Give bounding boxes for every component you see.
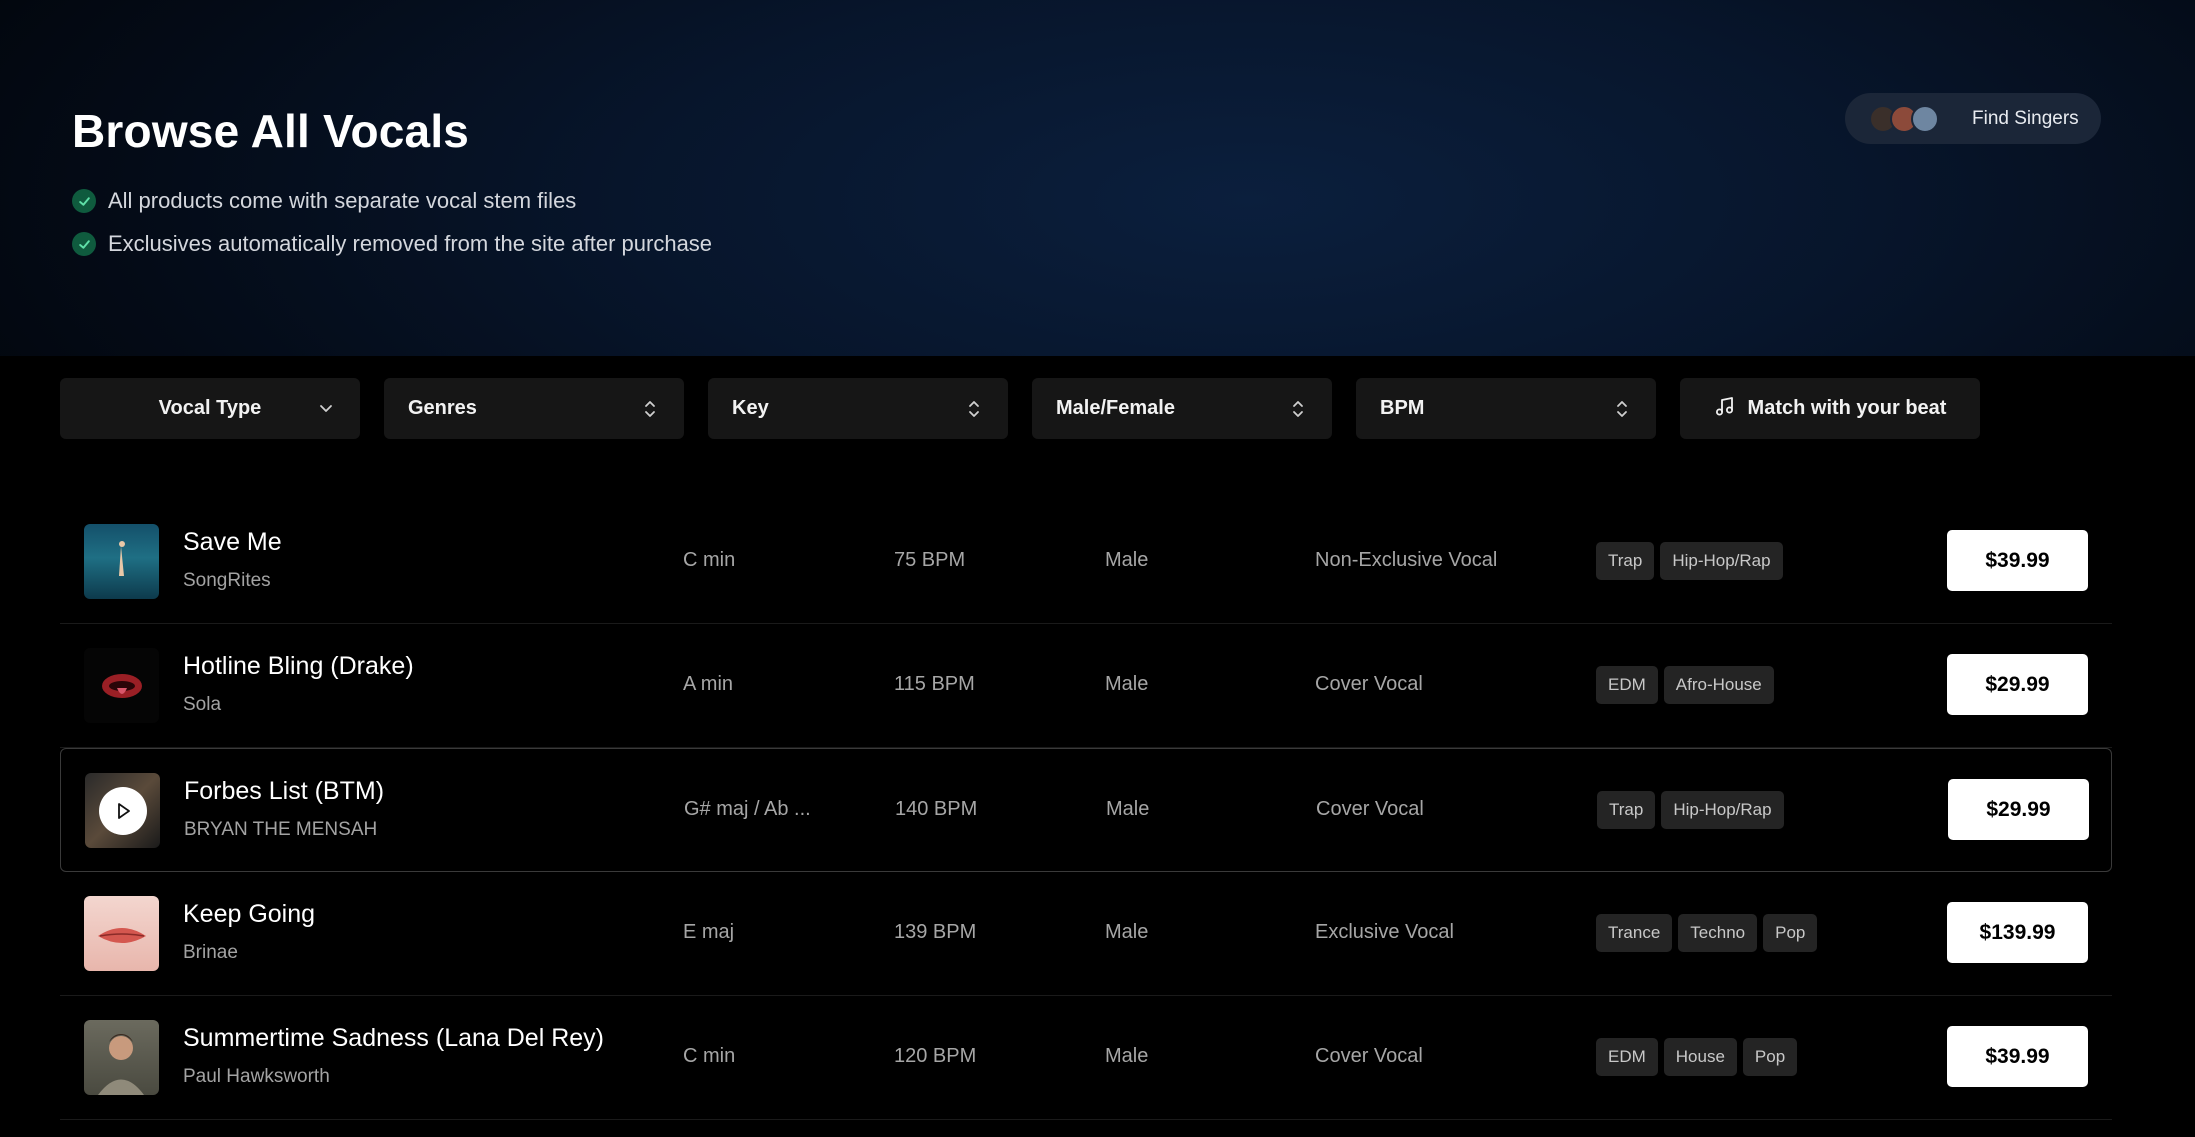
track-artist[interactable]: SongRites bbox=[183, 570, 271, 592]
track-row[interactable]: Hotline Bling (Drake) Sola A min 115 BPM… bbox=[60, 624, 2112, 748]
vocal-type-dropdown[interactable]: Vocal Type bbox=[60, 378, 360, 439]
track-artwork bbox=[84, 896, 159, 971]
track-gender: Male bbox=[1105, 549, 1149, 571]
track-license-type: Non-Exclusive Vocal bbox=[1315, 549, 1498, 571]
track-bpm: 139 BPM bbox=[894, 921, 977, 943]
match-beat-button[interactable]: Match with your beat bbox=[1680, 378, 1980, 439]
track-bpm: 120 BPM bbox=[894, 1045, 977, 1067]
genre-tag[interactable]: Pop bbox=[1763, 914, 1818, 952]
track-artist[interactable]: Paul Hawksworth bbox=[183, 1066, 330, 1088]
genres-select[interactable]: Genres bbox=[384, 378, 684, 439]
track-title[interactable]: Summertime Sadness (Lana Del Rey) bbox=[183, 1024, 604, 1053]
page-title: Browse All Vocals bbox=[72, 105, 470, 157]
genre-tag[interactable]: EDM bbox=[1596, 666, 1658, 704]
price-button[interactable]: $139.99 bbox=[1947, 902, 2088, 963]
track-gender: Male bbox=[1105, 921, 1149, 943]
bpm-select[interactable]: BPM bbox=[1356, 378, 1656, 439]
track-title[interactable]: Keep Going bbox=[183, 900, 315, 929]
genre-tag[interactable]: House bbox=[1663, 1038, 1737, 1076]
track-bpm: 75 BPM bbox=[894, 549, 966, 571]
track-title[interactable]: Hotline Bling (Drake) bbox=[183, 652, 414, 681]
genre-tag[interactable]: Trance bbox=[1596, 914, 1673, 952]
find-singers-button[interactable]: Find Singers bbox=[1845, 93, 2101, 144]
genre-tag[interactable]: Techno bbox=[1678, 914, 1758, 952]
feature-item: Exclusives automatically removed from th… bbox=[72, 231, 712, 257]
track-title[interactable]: Forbes List (BTM) bbox=[184, 777, 384, 806]
genre-tag[interactable]: Hip-Hop/Rap bbox=[1660, 542, 1783, 580]
genre-tag[interactable]: Hip-Hop/Rap bbox=[1661, 791, 1784, 829]
genre-tags: Trap Hip-Hop/Rap bbox=[1596, 542, 1783, 580]
track-bpm: 140 BPM bbox=[895, 798, 978, 820]
genre-tags: Trap Hip-Hop/Rap bbox=[1597, 791, 1784, 829]
track-key: C min bbox=[683, 1045, 736, 1067]
track-gender: Male bbox=[1105, 1045, 1149, 1067]
track-artist[interactable]: Sola bbox=[183, 694, 221, 716]
vocal-type-label: Vocal Type bbox=[158, 397, 262, 419]
track-artwork bbox=[84, 1020, 159, 1095]
genre-tag[interactable]: EDM bbox=[1596, 1038, 1658, 1076]
music-note-icon bbox=[1714, 395, 1736, 423]
track-row[interactable]: Summertime Sadness (Lana Del Rey) Paul H… bbox=[60, 996, 2112, 1120]
track-bpm: 115 BPM bbox=[894, 673, 975, 695]
track-row[interactable]: Keep Going Brinae E maj 139 BPM Male Exc… bbox=[60, 872, 2112, 996]
track-artwork bbox=[84, 648, 159, 723]
track-license-type: Cover Vocal bbox=[1315, 673, 1423, 695]
gender-label: Male/Female bbox=[1056, 397, 1175, 419]
genre-tag[interactable]: Trap bbox=[1596, 542, 1655, 580]
sort-arrows-icon bbox=[1288, 398, 1308, 426]
sort-arrows-icon bbox=[964, 398, 984, 426]
check-icon bbox=[72, 232, 96, 256]
feature-text: All products come with separate vocal st… bbox=[108, 188, 577, 213]
check-icon bbox=[72, 189, 96, 213]
track-key: A min bbox=[683, 673, 734, 695]
track-license-type: Cover Vocal bbox=[1316, 798, 1424, 820]
sort-arrows-icon bbox=[640, 398, 660, 426]
track-row[interactable]: Forbes List (BTM) BRYAN THE MENSAH G# ma… bbox=[60, 748, 2112, 872]
genre-tags: EDM Afro-House bbox=[1596, 666, 1774, 704]
price-button[interactable]: $39.99 bbox=[1947, 1026, 2088, 1087]
genre-tag[interactable]: Afro-House bbox=[1663, 666, 1774, 704]
track-key: E maj bbox=[683, 921, 735, 943]
genre-tag[interactable]: Trap bbox=[1597, 791, 1656, 829]
feature-text: Exclusives automatically removed from th… bbox=[108, 231, 713, 256]
avatar bbox=[1911, 104, 1939, 133]
track-artist[interactable]: Brinae bbox=[183, 942, 238, 964]
track-key: G# maj / Ab ... bbox=[684, 798, 811, 820]
genre-tags: Trance Techno Pop bbox=[1596, 914, 1818, 952]
genre-tags: EDM House Pop bbox=[1596, 1038, 1798, 1076]
track-artwork bbox=[84, 524, 159, 599]
price-button[interactable]: $29.99 bbox=[1947, 654, 2088, 715]
play-icon[interactable] bbox=[99, 787, 147, 835]
bpm-label: BPM bbox=[1380, 397, 1425, 419]
feature-item: All products come with separate vocal st… bbox=[72, 188, 576, 214]
track-row[interactable]: Save Me SongRites C min 75 BPM Male Non-… bbox=[60, 500, 2112, 624]
find-singers-label: Find Singers bbox=[1972, 107, 2079, 129]
genre-tag[interactable]: Pop bbox=[1742, 1038, 1798, 1076]
track-license-type: Cover Vocal bbox=[1315, 1045, 1423, 1067]
key-select[interactable]: Key bbox=[708, 378, 1008, 439]
track-title[interactable]: Save Me bbox=[183, 528, 282, 557]
key-label: Key bbox=[732, 397, 769, 419]
singer-avatars bbox=[1869, 104, 1939, 133]
track-gender: Male bbox=[1105, 673, 1149, 695]
track-artwork bbox=[85, 773, 160, 848]
track-gender: Male bbox=[1106, 798, 1150, 820]
genres-label: Genres bbox=[408, 397, 477, 419]
chevron-down-icon bbox=[316, 398, 336, 424]
match-beat-label: Match with your beat bbox=[1747, 397, 1947, 419]
track-license-type: Exclusive Vocal bbox=[1315, 921, 1454, 943]
gender-select[interactable]: Male/Female bbox=[1032, 378, 1332, 439]
hero-banner: Browse All Vocals All products come with… bbox=[0, 0, 2195, 356]
sort-arrows-icon bbox=[1612, 398, 1632, 426]
track-artist[interactable]: BRYAN THE MENSAH bbox=[184, 819, 377, 841]
track-key: C min bbox=[683, 549, 736, 571]
price-button[interactable]: $39.99 bbox=[1947, 530, 2088, 591]
price-button[interactable]: $29.99 bbox=[1948, 779, 2089, 840]
